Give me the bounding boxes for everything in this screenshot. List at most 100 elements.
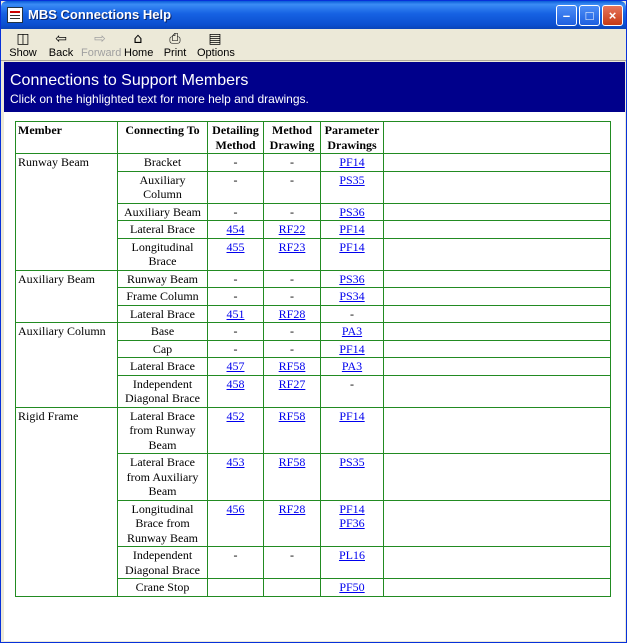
- parameter-drawing-link[interactable]: PS34: [339, 289, 364, 303]
- options-button[interactable]: ▤ Options: [197, 31, 235, 60]
- detailing-method-link[interactable]: 456: [227, 502, 245, 516]
- detailing-method-cell: -: [207, 339, 264, 358]
- method-drawing-cell[interactable]: RF58: [263, 453, 321, 501]
- parameter-drawing-link[interactable]: PF50: [339, 580, 364, 594]
- empty-cell: [383, 287, 611, 306]
- help-book-icon: [7, 7, 23, 23]
- header-connecting-to: Connecting To: [117, 121, 208, 154]
- method-drawing-cell: -: [263, 269, 321, 288]
- detailing-method-link[interactable]: 458: [227, 377, 245, 391]
- parameter-drawing-link[interactable]: PF14: [339, 155, 364, 169]
- table-row: Auxiliary Column Base - - PA3: [15, 322, 611, 408]
- forward-button[interactable]: ⇨ Forward: [81, 31, 121, 60]
- connecting-to-cell: Crane Stop: [117, 578, 208, 597]
- detailing-method-cell[interactable]: 454: [207, 220, 264, 239]
- method-drawing-cell: -: [263, 202, 321, 221]
- parameter-drawings-cell[interactable]: PS34: [320, 287, 384, 306]
- parameter-drawings-cell[interactable]: PS35: [320, 453, 384, 501]
- connecting-to-cell: Runway Beam: [117, 269, 208, 288]
- method-drawing-link[interactable]: RF28: [279, 502, 306, 516]
- connecting-to-cell: Longitudinal Brace from Runway Beam: [117, 499, 208, 547]
- connecting-to-cell: Bracket: [117, 153, 208, 172]
- method-drawing-link[interactable]: RF23: [279, 240, 306, 254]
- maximize-button[interactable]: □: [579, 5, 600, 26]
- method-drawing-cell[interactable]: RF28: [263, 304, 321, 323]
- parameter-drawings-cell[interactable]: PS36: [320, 202, 384, 221]
- detailing-method-cell[interactable]: 455: [207, 237, 264, 271]
- detailing-method-cell[interactable]: 452: [207, 406, 264, 454]
- detailing-method-cell[interactable]: 451: [207, 304, 264, 323]
- member-cell: Auxiliary Column: [15, 322, 118, 408]
- home-button[interactable]: ⌂ Home: [124, 31, 153, 60]
- parameter-drawings-cell: -: [320, 304, 384, 323]
- method-drawing-link[interactable]: RF22: [279, 222, 306, 236]
- method-drawing-link[interactable]: RF28: [279, 307, 306, 321]
- detailing-method-cell[interactable]: 453: [207, 453, 264, 501]
- connecting-to-cell: Independent Diagonal Brace: [117, 374, 208, 408]
- parameter-drawings-cell[interactable]: PS35: [320, 170, 384, 204]
- detailing-method-link[interactable]: 457: [227, 359, 245, 373]
- parameter-drawing-link[interactable]: PS35: [339, 173, 364, 187]
- connecting-to-cell: Auxiliary Beam: [117, 202, 208, 221]
- options-icon: ▤: [208, 31, 222, 47]
- detailing-method-link[interactable]: 454: [227, 222, 245, 236]
- parameter-drawings-cell[interactable]: PF14: [320, 237, 384, 271]
- detailing-method-cell[interactable]: 456: [207, 499, 264, 547]
- detailing-method-cell: -: [207, 170, 264, 204]
- header-detailing-method: Detailing Method: [207, 121, 264, 154]
- parameter-drawings-cell[interactable]: PF14: [320, 220, 384, 239]
- parameter-drawings-cell[interactable]: PA3: [320, 322, 384, 341]
- parameter-drawing-link[interactable]: PA3: [342, 324, 362, 338]
- help-window: MBS Connections Help – □ × ◫ Show ⇦ Back…: [0, 0, 627, 643]
- parameter-drawings-cell[interactable]: PF14: [320, 153, 384, 172]
- parameter-drawings-cell[interactable]: PA3: [320, 357, 384, 376]
- title-bar[interactable]: MBS Connections Help – □ ×: [1, 1, 626, 29]
- header-empty: [383, 121, 611, 154]
- parameter-drawing-link[interactable]: PL16: [339, 548, 365, 562]
- member-cell: Auxiliary Beam: [15, 269, 118, 323]
- parameter-drawing-link[interactable]: PF36: [339, 516, 364, 530]
- detailing-method-link[interactable]: 453: [227, 455, 245, 469]
- method-drawing-link[interactable]: RF58: [279, 359, 306, 373]
- method-drawing-cell[interactable]: RF58: [263, 406, 321, 454]
- help-content[interactable]: Connections to Support Members Click on …: [4, 62, 625, 641]
- parameter-drawings-cell[interactable]: PF14 PF36: [320, 499, 384, 547]
- minimize-button[interactable]: –: [556, 5, 577, 26]
- print-button[interactable]: ⎙ Print: [162, 31, 188, 60]
- parameter-drawing-link[interactable]: PF14: [339, 409, 364, 423]
- parameter-drawing-link[interactable]: PF14: [339, 240, 364, 254]
- connections-table: Member Connecting To Detailing Method Me…: [15, 121, 611, 597]
- method-drawing-link[interactable]: RF58: [279, 455, 306, 469]
- detailing-method-cell: -: [207, 322, 264, 341]
- parameter-drawing-link[interactable]: PF14: [339, 342, 364, 356]
- parameter-drawing-link[interactable]: PS35: [339, 455, 364, 469]
- method-drawing-cell[interactable]: RF28: [263, 499, 321, 547]
- detailing-method-link[interactable]: 452: [227, 409, 245, 423]
- method-drawing-link[interactable]: RF58: [279, 409, 306, 423]
- detailing-method-link[interactable]: 451: [227, 307, 245, 321]
- method-drawing-cell[interactable]: RF22: [263, 220, 321, 239]
- parameter-drawings-cell[interactable]: PF14: [320, 339, 384, 358]
- detailing-method-cell[interactable]: 457: [207, 357, 264, 376]
- topic-banner: Connections to Support Members Click on …: [4, 62, 625, 112]
- show-button[interactable]: ◫ Show: [9, 31, 37, 60]
- method-drawing-link[interactable]: RF27: [279, 377, 306, 391]
- parameter-drawings-cell[interactable]: PS36: [320, 269, 384, 288]
- method-drawing-cell[interactable]: RF23: [263, 237, 321, 271]
- method-drawing-cell[interactable]: RF58: [263, 357, 321, 376]
- empty-cell: [383, 153, 611, 172]
- table-row: Rigid Frame Lateral Brace from Runway Bea…: [15, 406, 611, 597]
- close-button[interactable]: ×: [602, 5, 623, 26]
- parameter-drawing-link[interactable]: PF14: [339, 502, 364, 516]
- parameter-drawing-link[interactable]: PS36: [339, 205, 364, 219]
- detailing-method-cell[interactable]: 458: [207, 374, 264, 408]
- parameter-drawing-link[interactable]: PA3: [342, 359, 362, 373]
- parameter-drawings-cell[interactable]: PL16: [320, 546, 384, 579]
- back-button[interactable]: ⇦ Back: [47, 31, 75, 60]
- parameter-drawing-link[interactable]: PF14: [339, 222, 364, 236]
- detailing-method-link[interactable]: 455: [227, 240, 245, 254]
- parameter-drawings-cell[interactable]: PF14: [320, 406, 384, 454]
- parameter-drawing-link[interactable]: PS36: [339, 272, 364, 286]
- parameter-drawings-cell[interactable]: PF50: [320, 578, 384, 597]
- method-drawing-cell[interactable]: RF27: [263, 374, 321, 408]
